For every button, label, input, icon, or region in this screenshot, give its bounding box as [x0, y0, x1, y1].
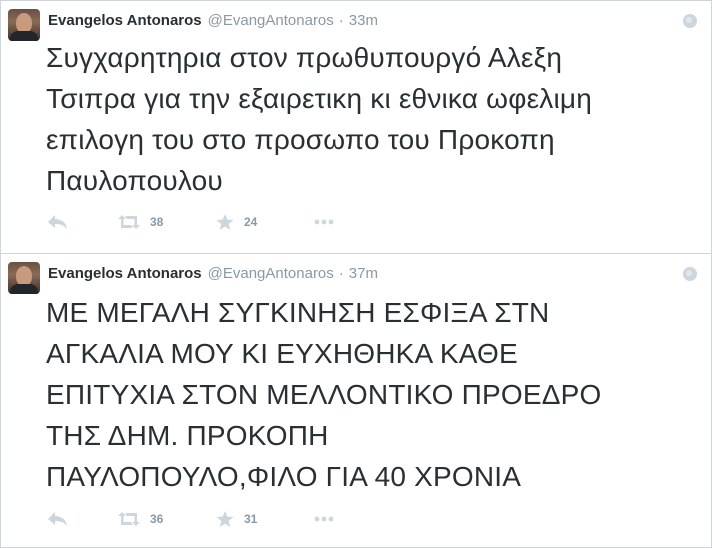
tweet[interactable]: Evangelos Antonaros @EvangAntonaros · 37m Μ…: [1, 254, 711, 547]
avatar-suit: [10, 31, 38, 41]
star-icon: [216, 213, 234, 230]
retweet-button[interactable]: 36: [118, 509, 163, 529]
globe-icon: [683, 267, 697, 281]
favorite-button[interactable]: 24: [216, 212, 257, 232]
author-handle[interactable]: @EvangAntonaros: [208, 12, 334, 29]
separator: ·: [338, 265, 344, 282]
more-icon: [314, 219, 334, 225]
more-button[interactable]: [314, 509, 334, 529]
retweet-count: 38: [150, 215, 164, 229]
favorite-count: 31: [244, 512, 258, 526]
avatar[interactable]: [8, 9, 40, 41]
favorite-count: 24: [244, 215, 258, 229]
author-name[interactable]: Evangelos Antonaros: [48, 265, 202, 282]
author-handle[interactable]: @EvangAntonaros: [208, 265, 334, 282]
globe-icon: [683, 14, 697, 28]
tweet-header: Evangelos Antonaros @EvangAntonaros · 33m: [48, 12, 378, 32]
reply-icon: [48, 512, 67, 526]
retweet-count: 36: [150, 512, 164, 526]
star-icon: [216, 510, 234, 527]
reply-icon: [48, 215, 67, 229]
timestamp[interactable]: 37m: [349, 265, 378, 282]
author-name[interactable]: Evangelos Antonaros: [48, 12, 202, 29]
retweet-button[interactable]: 38: [118, 212, 163, 232]
avatar-face: [16, 13, 32, 33]
tweet[interactable]: Evangelos Antonaros @EvangAntonaros · 33m Σ…: [1, 1, 711, 253]
tweet-header: Evangelos Antonaros @EvangAntonaros · 37m: [48, 265, 378, 285]
tweet-timeline: Evangelos Antonaros @EvangAntonaros · 33m Σ…: [0, 0, 712, 548]
reply-button[interactable]: [48, 212, 67, 232]
avatar-face: [16, 266, 32, 286]
separator: ·: [338, 12, 344, 29]
retweet-icon: [118, 215, 140, 229]
more-button[interactable]: [314, 212, 334, 232]
retweet-icon: [118, 512, 140, 526]
timestamp[interactable]: 33m: [349, 12, 378, 29]
avatar[interactable]: [8, 262, 40, 294]
favorite-button[interactable]: 31: [216, 509, 257, 529]
avatar-suit: [10, 284, 38, 294]
reply-button[interactable]: [48, 509, 67, 529]
tweet-text: ΜΕ ΜΕΓΑΛΗ ΣΥΓΚΙΝΗΣΗ ΕΣΦΙΞΑ ΣΤΝ ΑΓΚΑΛΙΑ Μ…: [46, 297, 602, 492]
more-icon: [314, 516, 334, 522]
tweet-text: Συγχαρητηρια στον πρωθυπουργό Αλεξη Τσιπ…: [46, 42, 592, 196]
